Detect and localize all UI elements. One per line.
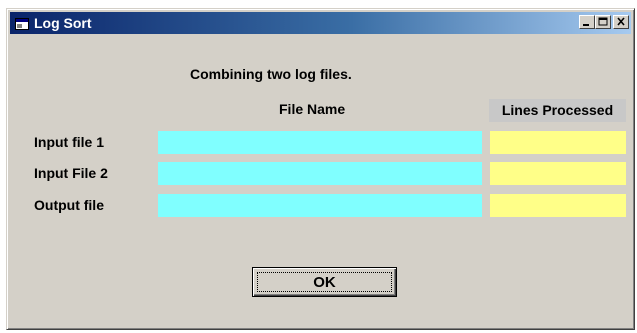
output-file-label: Output file: [34, 197, 104, 213]
input-file-2-label: Input File 2: [34, 165, 108, 181]
ok-button-label: OK: [257, 272, 392, 292]
minimize-button[interactable]: [579, 15, 595, 29]
close-icon: [617, 17, 625, 26]
log-sort-window: Log Sort Combining two log files. File N…: [6, 8, 635, 330]
input-file-1-label: Input file 1: [34, 134, 104, 150]
output-file-lines-field[interactable]: [490, 194, 626, 217]
heading-text: Combining two log files.: [190, 66, 352, 82]
lines-processed-column-header: Lines Processed: [489, 99, 626, 122]
window-title: Log Sort: [34, 15, 92, 31]
output-file-name-field[interactable]: [158, 194, 482, 217]
input-file-1-name-field[interactable]: [158, 131, 482, 154]
close-button[interactable]: [613, 15, 629, 29]
input-file-2-name-field[interactable]: [158, 162, 482, 185]
app-window-icon: [15, 17, 29, 30]
input-file-2-lines-field[interactable]: [490, 162, 626, 185]
maximize-icon: [598, 17, 608, 26]
maximize-button[interactable]: [595, 15, 611, 29]
title-bar[interactable]: Log Sort: [10, 12, 631, 34]
file-name-column-header: File Name: [279, 101, 346, 117]
ok-button[interactable]: OK: [252, 267, 397, 297]
minimize-icon: [583, 24, 589, 26]
input-file-1-lines-field[interactable]: [490, 131, 626, 154]
